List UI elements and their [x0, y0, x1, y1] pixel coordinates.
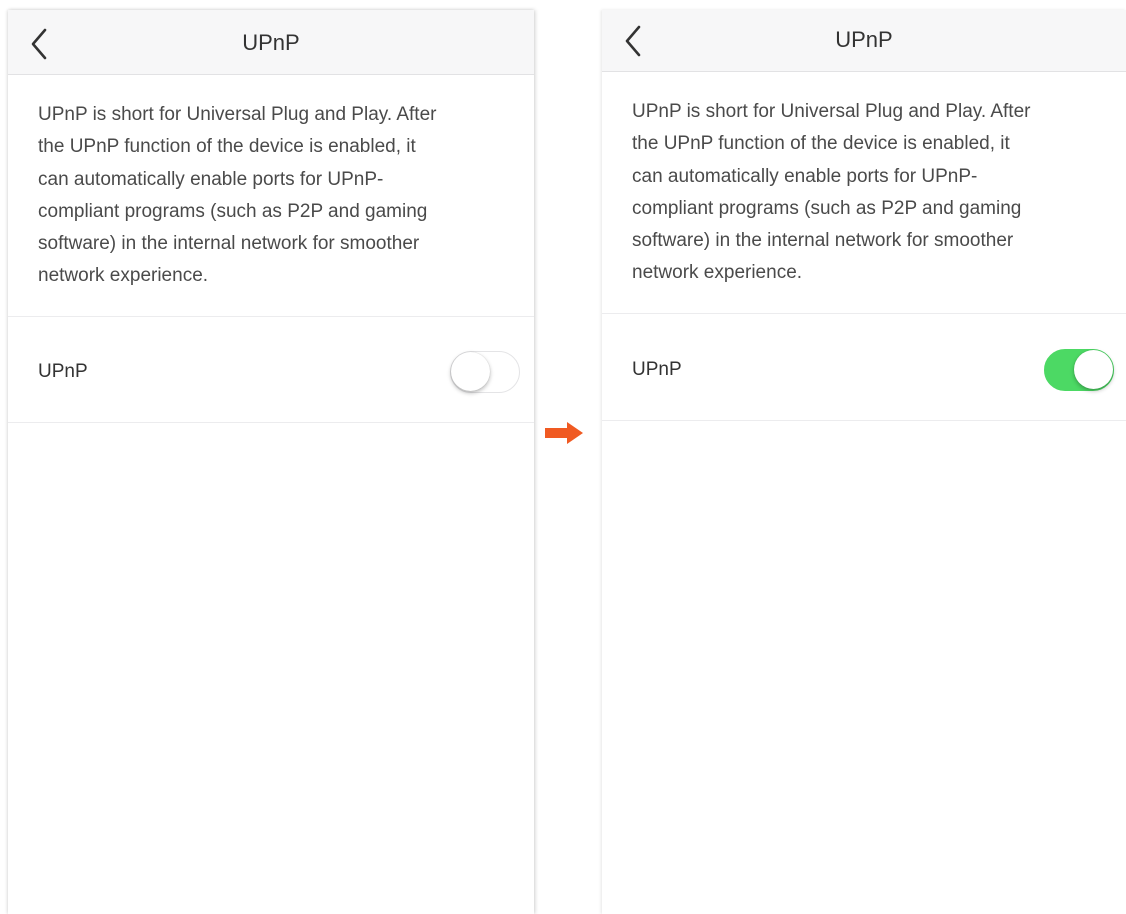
- section-divider: [602, 313, 1126, 314]
- description-line: can automatically enable ports for UPnP-: [632, 165, 978, 187]
- upnp-toggle[interactable]: [1044, 349, 1114, 391]
- description-line: UPnP is short for Universal Plug and Pla…: [38, 104, 437, 125]
- upnp-screen-before: UPnP UPnP is short for Universal Plug an…: [8, 10, 534, 914]
- row-divider: [602, 420, 1126, 421]
- description-line: UPnP is short for Universal Plug and Pla…: [632, 101, 1031, 122]
- page-title: UPnP: [242, 30, 300, 55]
- nav-bar: UPnP: [602, 10, 1126, 72]
- description-line: network experience.: [38, 265, 209, 287]
- toggle-knob: [1074, 350, 1113, 389]
- toggle-knob: [451, 352, 490, 391]
- description-line: the UPnP function of the device is enabl…: [38, 136, 416, 158]
- section-divider: [8, 316, 534, 317]
- nav-bar: UPnP: [8, 10, 534, 75]
- description-line: software) in the internal network for sm…: [632, 230, 1014, 252]
- description-line: can automatically enable ports for UPnP-: [38, 168, 384, 190]
- upnp-toggle[interactable]: [450, 351, 520, 393]
- upnp-setting-label: UPnP: [38, 361, 88, 382]
- upnp-screen-after: UPnP UPnP is short for Universal Plug an…: [602, 10, 1126, 914]
- arrow-right-icon: [545, 422, 583, 449]
- description-line: network experience.: [632, 262, 803, 284]
- row-divider: [8, 422, 534, 423]
- description-line: software) in the internal network for sm…: [38, 233, 420, 255]
- upnp-setting-label: UPnP: [632, 359, 682, 380]
- page-title: UPnP: [835, 27, 893, 52]
- upnp-description: UPnP is short for Universal Plug and Pla…: [38, 99, 508, 293]
- description-line: compliant programs (such as P2P and gami…: [632, 197, 1022, 219]
- description-line: the UPnP function of the device is enabl…: [632, 133, 1010, 155]
- description-line: compliant programs (such as P2P and gami…: [38, 200, 428, 222]
- upnp-description: UPnP is short for Universal Plug and Pla…: [632, 96, 1102, 290]
